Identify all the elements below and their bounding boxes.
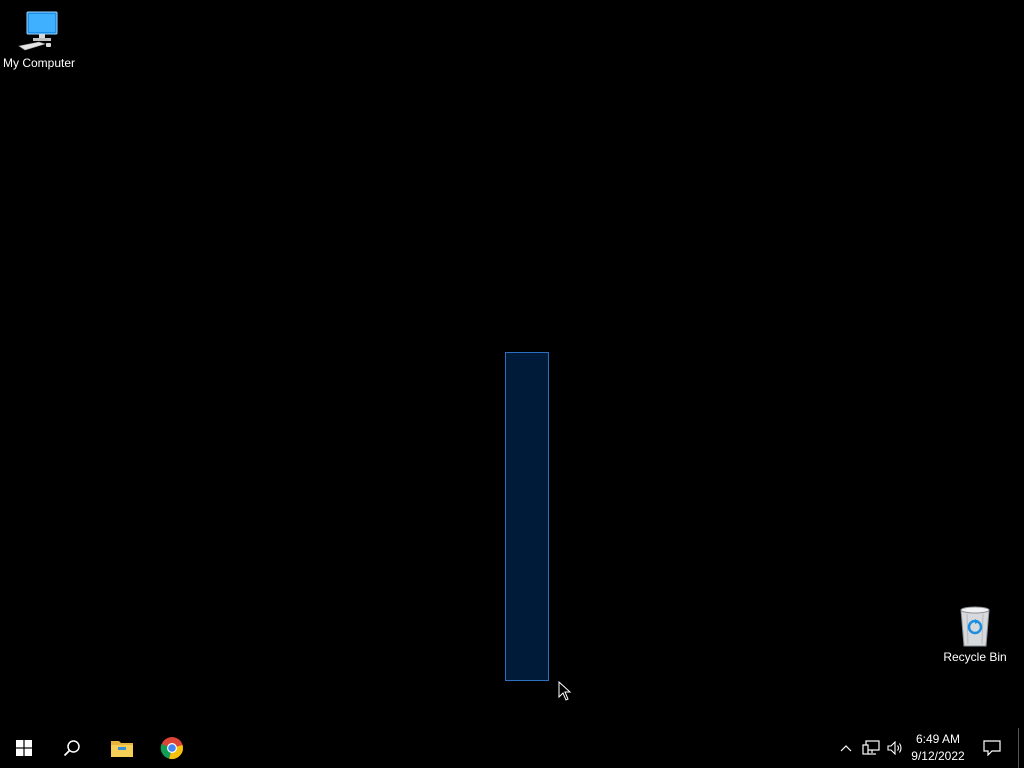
drag-selection-rectangle (505, 352, 549, 681)
desktop[interactable]: My Computer Recycle Bin (0, 0, 1024, 728)
taskbar-clock[interactable]: 6:49 AM 9/12/2022 (906, 728, 970, 768)
my-computer-desktop-icon[interactable]: My Computer (0, 8, 79, 70)
file-explorer-button[interactable] (98, 728, 146, 768)
clock-time: 6:49 AM (915, 732, 961, 746)
recycle-bin-icon (960, 606, 990, 647)
taskbar: 6:49 AM 9/12/2022 (0, 728, 1024, 768)
show-hidden-icons-button[interactable] (836, 728, 856, 768)
volume-tray-button[interactable] (884, 728, 906, 768)
computer-icon (18, 11, 58, 51)
network-tray-button[interactable] (860, 728, 882, 768)
my-computer-label: My Computer (2, 56, 76, 70)
chevron-up-icon (840, 745, 852, 752)
search-button[interactable] (48, 728, 96, 768)
speaker-icon (887, 741, 902, 755)
action-center-button[interactable] (978, 728, 1006, 768)
notification-icon (983, 740, 1001, 756)
network-icon (862, 740, 880, 755)
mouse-pointer-icon (558, 681, 572, 701)
recycle-bin-desktop-icon[interactable]: Recycle Bin (935, 602, 1015, 664)
chrome-button[interactable] (148, 728, 196, 768)
recycle-bin-label: Recycle Bin (943, 650, 1007, 664)
show-desktop-button[interactable] (1018, 728, 1024, 768)
folder-icon (111, 741, 133, 757)
clock-date: 9/12/2022 (911, 749, 965, 763)
windows-logo-icon (16, 740, 32, 756)
start-button[interactable] (0, 728, 48, 768)
chrome-icon (160, 737, 183, 759)
search-icon (63, 740, 80, 757)
